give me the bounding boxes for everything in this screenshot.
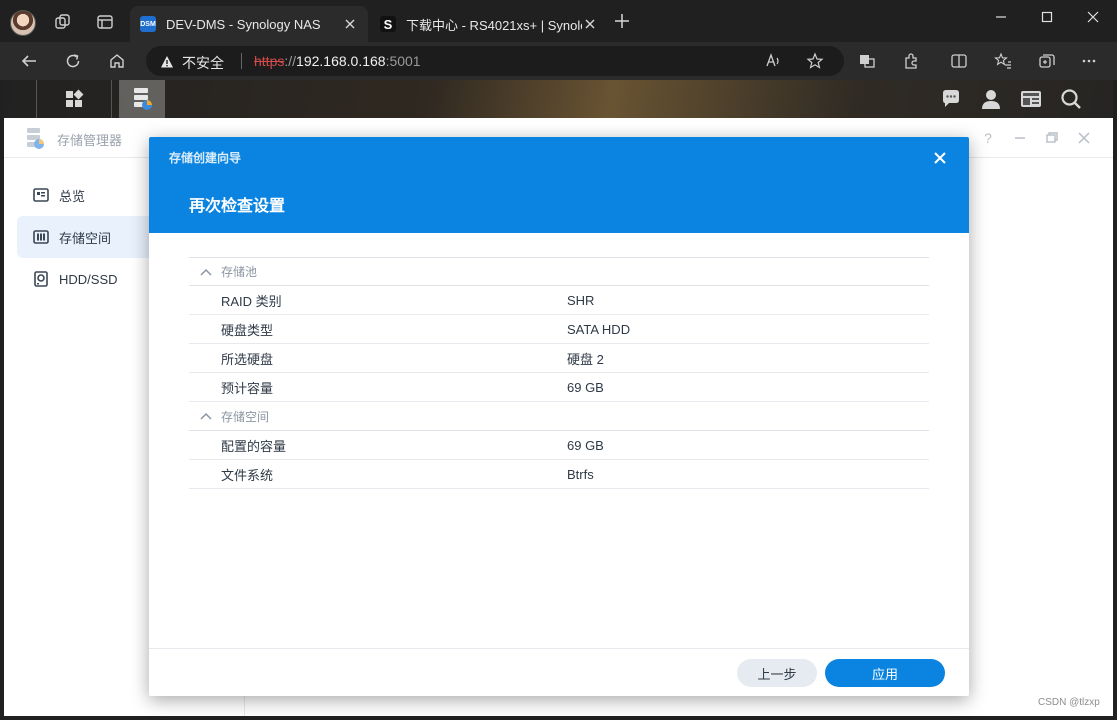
collections-icon[interactable] bbox=[1036, 50, 1058, 72]
main-menu-button[interactable] bbox=[36, 80, 112, 118]
tab-title: DEV-DMS - Synology NAS bbox=[166, 16, 321, 32]
storage-manager-icon bbox=[134, 88, 152, 110]
search-icon[interactable] bbox=[1058, 80, 1084, 118]
review-row: 硬盘类型 SATA HDD bbox=[189, 315, 929, 344]
storage-creation-wizard: 存储创建向导 再次检查设置 存储池 RAID 类别 SHR 硬盘类型 SATA … bbox=[149, 137, 969, 696]
row-value: 硬盘 2 bbox=[567, 351, 604, 367]
synology-favicon-icon: S bbox=[380, 16, 396, 32]
url-host: 192.168.0.168 bbox=[296, 53, 386, 69]
sidebar-item-label: 存储空间 bbox=[59, 230, 112, 246]
sidebar-item-label: HDD/SSD bbox=[59, 271, 118, 287]
review-row: 配置的容量 69 GB bbox=[189, 431, 929, 460]
security-indicator[interactable]: 不安全 bbox=[160, 53, 224, 73]
read-aloud-icon[interactable] bbox=[762, 50, 784, 72]
review-row: RAID 类别 SHR bbox=[189, 286, 929, 315]
overview-icon bbox=[33, 187, 49, 203]
row-key: 所选硬盘 bbox=[221, 351, 274, 367]
row-value: SATA HDD bbox=[567, 321, 631, 337]
url-port: :5001 bbox=[385, 53, 421, 69]
row-key: RAID 类别 bbox=[221, 293, 282, 309]
previous-button[interactable]: 上一步 bbox=[737, 659, 817, 687]
notifications-icon[interactable] bbox=[938, 80, 964, 118]
address-bar[interactable]: 不安全 https://192.168.0.168:5001 bbox=[146, 46, 844, 76]
tab-title: 下载中心 - RS4021xs+ | Synology bbox=[406, 17, 582, 33]
user-icon[interactable] bbox=[978, 80, 1004, 118]
row-value: 69 GB bbox=[567, 379, 604, 395]
tab-actions-icon[interactable] bbox=[94, 11, 116, 33]
apply-button[interactable]: 应用 bbox=[825, 659, 945, 687]
wizard-close-icon[interactable] bbox=[931, 149, 949, 167]
tab-download-center[interactable]: S 下载中心 - RS4021xs+ | Synology bbox=[370, 6, 608, 42]
profile-avatar[interactable] bbox=[10, 10, 36, 36]
restore-icon[interactable] bbox=[1044, 130, 1060, 146]
row-key: 预计容量 bbox=[221, 380, 274, 396]
storage-manager-app-icon bbox=[27, 128, 44, 149]
browser-tab-bar: DSM DEV-DMS - Synology NAS S 下载中心 - RS40… bbox=[0, 0, 1117, 42]
wizard-title: 存储创建向导 bbox=[169, 151, 242, 165]
chevron-up-icon bbox=[199, 268, 213, 276]
close-icon[interactable] bbox=[1076, 130, 1092, 146]
row-value: 69 GB bbox=[567, 437, 604, 453]
widgets-icon[interactable] bbox=[1018, 80, 1044, 118]
url-scheme: https bbox=[254, 53, 285, 69]
more-menu-icon[interactable] bbox=[1078, 50, 1100, 72]
wizard-header: 存储创建向导 再次检查设置 bbox=[149, 137, 969, 233]
sidebar-item-label: 总览 bbox=[59, 188, 86, 204]
warning-icon bbox=[160, 55, 174, 72]
dsm-favicon-icon: DSM bbox=[140, 16, 156, 32]
row-value: SHR bbox=[567, 292, 595, 308]
extensions-icon[interactable] bbox=[900, 50, 922, 72]
url-divider bbox=[241, 53, 242, 69]
tab-close-icon[interactable] bbox=[342, 16, 358, 32]
help-icon[interactable]: ? bbox=[980, 130, 996, 146]
settings-review-list: 存储池 RAID 类别 SHR 硬盘类型 SATA HDD 所选硬盘 硬盘 2 … bbox=[189, 257, 929, 489]
review-row: 所选硬盘 硬盘 2 bbox=[189, 344, 929, 373]
main-menu-icon bbox=[66, 89, 84, 107]
tab-dsm[interactable]: DSM DEV-DMS - Synology NAS bbox=[130, 6, 368, 42]
new-tab-icon[interactable] bbox=[614, 13, 630, 34]
url-text[interactable]: https://192.168.0.168:5001 bbox=[254, 53, 421, 69]
wizard-footer: 上一步 应用 bbox=[149, 648, 969, 696]
section-header-storage-pool[interactable]: 存储池 bbox=[189, 257, 929, 286]
refresh-icon[interactable] bbox=[62, 50, 84, 72]
translate-icon[interactable] bbox=[856, 50, 878, 72]
minimize-icon[interactable] bbox=[1012, 130, 1028, 146]
workspaces-icon[interactable] bbox=[52, 11, 74, 33]
row-key: 配置的容量 bbox=[221, 438, 287, 454]
watermark: CSDN @tlzxp bbox=[1038, 697, 1100, 708]
split-screen-icon[interactable] bbox=[948, 50, 970, 72]
row-value: Btrfs bbox=[567, 466, 594, 482]
favorite-star-icon[interactable] bbox=[804, 50, 826, 72]
browser-toolbar: 不安全 https://192.168.0.168:5001 bbox=[0, 42, 1117, 80]
review-row: 预计容量 69 GB bbox=[189, 373, 929, 402]
maximize-window-icon[interactable] bbox=[1024, 6, 1070, 28]
dsm-taskbar bbox=[4, 80, 1113, 118]
favorites-list-icon[interactable] bbox=[992, 50, 1014, 72]
section-header-volume[interactable]: 存储空间 bbox=[189, 402, 929, 431]
section-header-label: 存储池 bbox=[221, 265, 258, 279]
row-key: 硬盘类型 bbox=[221, 322, 274, 338]
chevron-up-icon bbox=[199, 412, 213, 420]
back-icon[interactable] bbox=[18, 50, 40, 72]
window-title: 存储管理器 bbox=[57, 133, 123, 148]
volume-icon bbox=[33, 229, 49, 245]
tab-close-icon[interactable] bbox=[582, 16, 598, 32]
section-header-label: 存储空间 bbox=[221, 409, 270, 424]
taskbar-storage-manager[interactable] bbox=[119, 80, 165, 118]
row-key: 文件系统 bbox=[221, 467, 274, 483]
url-separator: :// bbox=[284, 53, 297, 69]
wizard-step-title: 再次检查设置 bbox=[189, 198, 286, 215]
minimize-window-icon[interactable] bbox=[978, 6, 1024, 28]
home-icon[interactable] bbox=[106, 50, 128, 72]
security-label: 不安全 bbox=[182, 55, 224, 71]
review-row: 文件系统 Btrfs bbox=[189, 460, 929, 489]
disk-icon bbox=[33, 271, 49, 287]
close-window-icon[interactable] bbox=[1070, 6, 1116, 28]
